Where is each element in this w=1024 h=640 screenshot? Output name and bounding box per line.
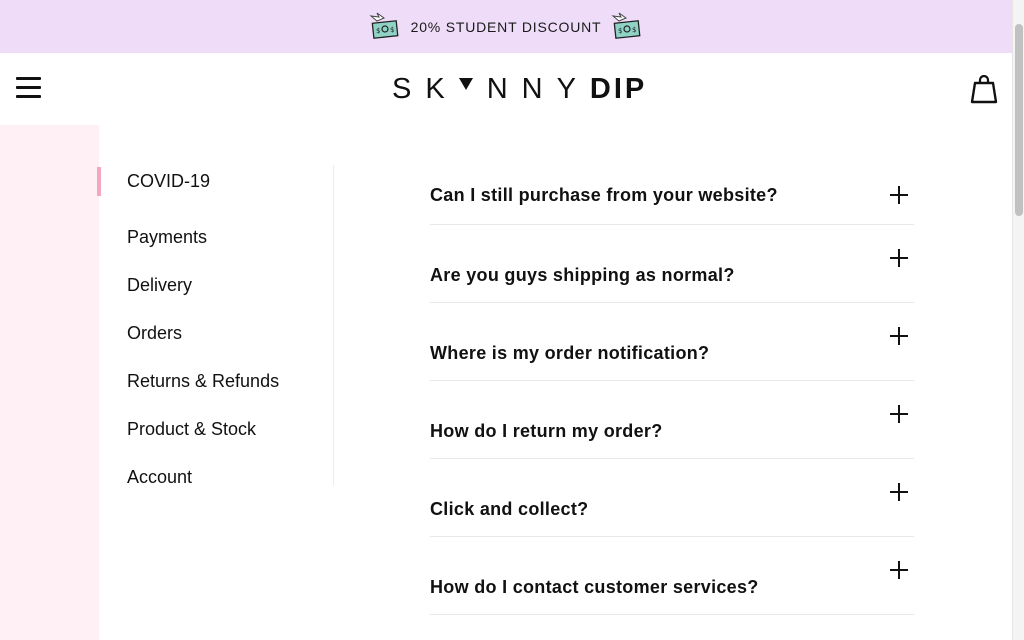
faq-item[interactable]: Can I still purchase from your website?: [430, 165, 914, 225]
faq-question: How do I return my order?: [430, 421, 663, 441]
nav-item-label: COVID-19: [127, 171, 211, 191]
faq-question: Can I still purchase from your website?: [430, 185, 778, 205]
nav-item-label: Payments: [127, 226, 208, 247]
logo-text-bold: DIP: [589, 72, 648, 105]
flying-money-icon: $ $: [611, 12, 641, 39]
plus-icon[interactable]: [890, 405, 908, 423]
nav-item-delivery[interactable]: Delivery: [99, 261, 333, 309]
faq-category-nav: COVID-19 Payments Delivery Orders Return…: [97, 165, 334, 487]
faq-question: Are you guys shipping as normal?: [430, 265, 735, 285]
plus-icon[interactable]: [890, 561, 908, 579]
logo-triangle-icon: [458, 78, 473, 90]
svg-text:$: $: [376, 27, 380, 35]
faq-item[interactable]: How do I return my order?: [430, 381, 914, 459]
faq-question: How do I contact customer services?: [430, 577, 759, 597]
nav-item-label: Returns & Refunds: [127, 370, 280, 391]
logo-text-light-rest: NNY: [486, 72, 590, 105]
svg-text:$: $: [390, 26, 394, 34]
faq-accordion: Can I still purchase from your website? …: [430, 165, 914, 615]
site-header: SK NNY DIP: [0, 53, 1012, 125]
nav-item-payments[interactable]: Payments: [99, 213, 333, 261]
faq-item[interactable]: Click and collect?: [430, 459, 914, 537]
svg-text:$: $: [618, 27, 622, 35]
side-decoration: [0, 125, 99, 640]
nav-item-orders[interactable]: Orders: [99, 309, 333, 357]
promo-text[interactable]: 20% STUDENT DISCOUNT: [411, 19, 602, 35]
scrollbar-thumb[interactable]: [1015, 24, 1023, 216]
faq-item[interactable]: Where is my order notification?: [430, 303, 914, 381]
logo-text-light: SK: [392, 72, 459, 105]
nav-item-product-stock[interactable]: Product & Stock: [99, 405, 333, 453]
nav-item-label: Account: [127, 466, 193, 487]
nav-item-label: Delivery: [127, 274, 193, 295]
faq-question: Where is my order notification?: [430, 343, 710, 363]
faq-question: Click and collect?: [430, 499, 589, 519]
site-logo[interactable]: SK NNY DIP: [392, 71, 647, 107]
nav-item-covid-19[interactable]: COVID-19: [97, 165, 333, 213]
flying-money-icon: $ $: [368, 12, 399, 39]
faq-item[interactable]: Are you guys shipping as normal?: [430, 225, 914, 303]
shopping-bag-icon[interactable]: [970, 75, 998, 105]
plus-icon[interactable]: [890, 327, 908, 345]
promo-banner[interactable]: $ $ 20% STUDENT DISCOUNT $ $: [0, 0, 1012, 53]
plus-icon[interactable]: [890, 186, 908, 204]
scrollbar[interactable]: [1012, 0, 1024, 640]
plus-icon[interactable]: [890, 483, 908, 501]
hamburger-menu-icon[interactable]: [16, 77, 41, 99]
nav-item-account[interactable]: Account: [99, 453, 333, 501]
plus-icon[interactable]: [890, 249, 908, 267]
faq-item[interactable]: How do I contact customer services?: [430, 537, 914, 615]
svg-text:$: $: [632, 26, 636, 34]
nav-item-label: Orders: [127, 322, 183, 343]
nav-item-returns-refunds[interactable]: Returns & Refunds: [99, 357, 333, 405]
nav-item-label: Product & Stock: [127, 418, 257, 439]
